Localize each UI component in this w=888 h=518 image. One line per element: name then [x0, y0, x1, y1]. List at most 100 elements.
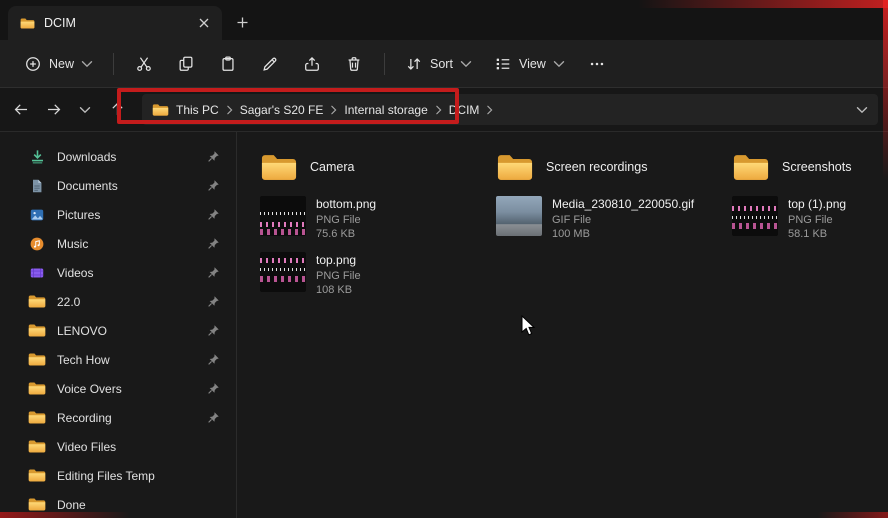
- sidebar-item-label: LENOVO: [57, 324, 196, 338]
- view-button-label: View: [519, 57, 546, 71]
- pin-icon: [207, 208, 220, 221]
- view-button[interactable]: View: [484, 47, 575, 81]
- file-thumbnail: [260, 196, 306, 236]
- back-button[interactable]: [6, 95, 36, 125]
- folder-item-screenshots[interactable]: Screenshots: [724, 142, 888, 192]
- file-thumbnail: [732, 196, 778, 236]
- sidebar-item-editing-files-temp[interactable]: Editing Files Temp: [6, 461, 230, 490]
- file-item-media-gif[interactable]: Media_230810_220050.gif GIF File 100 MB: [488, 192, 724, 248]
- sidebar-item-done[interactable]: Done: [6, 490, 230, 518]
- music-icon: [28, 235, 46, 253]
- cut-button[interactable]: [124, 47, 164, 81]
- folder-icon: [28, 467, 46, 485]
- videos-icon: [28, 264, 46, 282]
- file-name: top.png: [316, 253, 361, 269]
- sidebar-item-video-files[interactable]: Video Files: [6, 432, 230, 461]
- sidebar-item-label: Done: [57, 498, 220, 512]
- folder-icon: [28, 496, 46, 514]
- explorer-tab[interactable]: DCIM: [8, 6, 222, 40]
- address-dropdown-chevron[interactable]: [856, 106, 868, 114]
- toolbar-separator: [384, 53, 385, 75]
- file-size: 75.6 KB: [316, 227, 376, 241]
- new-button[interactable]: New: [14, 47, 103, 81]
- file-size: 100 MB: [552, 227, 694, 241]
- pin-icon: [207, 266, 220, 279]
- paste-button[interactable]: [208, 47, 248, 81]
- delete-button[interactable]: [334, 47, 374, 81]
- ellipsis-icon: [588, 55, 606, 73]
- rename-button[interactable]: [250, 47, 290, 81]
- sidebar-item-label: Editing Files Temp: [57, 469, 220, 483]
- chevron-right-icon: [435, 105, 442, 115]
- pin-icon: [207, 295, 220, 308]
- sort-icon: [405, 55, 423, 73]
- file-type: PNG File: [316, 269, 361, 283]
- file-item-top-png[interactable]: top.png PNG File 108 KB: [252, 248, 488, 304]
- command-bar: New: [0, 40, 888, 88]
- sidebar-item-label: Video Files: [57, 440, 220, 454]
- clipboard-icon: [219, 55, 237, 73]
- file-list-area: Camera Screen recordings Screenshots bot…: [237, 132, 888, 518]
- folder-icon: [732, 152, 770, 183]
- copy-button[interactable]: [166, 47, 206, 81]
- breadcrumb-device[interactable]: Sagar's S20 FE: [240, 103, 324, 117]
- sidebar-item-label: Recording: [57, 411, 196, 425]
- folder-icon: [28, 293, 46, 311]
- breadcrumb-dcim[interactable]: DCIM: [449, 103, 480, 117]
- folder-icon: [28, 409, 46, 427]
- sidebar-item-documents[interactable]: Documents: [6, 171, 230, 200]
- share-icon: [303, 55, 321, 73]
- sidebar-item-label: Music: [57, 237, 196, 251]
- downloads-icon: [28, 148, 46, 166]
- recent-locations-button[interactable]: [70, 95, 100, 125]
- chevron-right-icon: [486, 105, 493, 115]
- folder-icon: [28, 351, 46, 369]
- sidebar-item-tech-how[interactable]: Tech How: [6, 345, 230, 374]
- sidebar-item-lenovo[interactable]: LENOVO: [6, 316, 230, 345]
- folder-item-screen-recordings[interactable]: Screen recordings: [488, 142, 724, 192]
- copy-icon: [177, 55, 195, 73]
- file-item-top-1-png[interactable]: top (1).png PNG File 58.1 KB: [724, 192, 888, 248]
- toolbar-separator: [113, 53, 114, 75]
- share-button[interactable]: [292, 47, 332, 81]
- rename-pencil-icon: [261, 55, 279, 73]
- sidebar-item-label: 22.0: [57, 295, 196, 309]
- pin-icon: [207, 411, 220, 424]
- tab-close-button[interactable]: [194, 13, 214, 33]
- forward-button[interactable]: [38, 95, 68, 125]
- up-button[interactable]: [102, 95, 132, 125]
- address-bar-row: This PC Sagar's S20 FE Internal storage …: [0, 88, 888, 132]
- chevron-right-icon: [330, 105, 337, 115]
- sidebar-item-voice-overs[interactable]: Voice Overs: [6, 374, 230, 403]
- more-options-button[interactable]: [577, 47, 617, 81]
- breadcrumb-this-pc[interactable]: This PC: [176, 103, 219, 117]
- chevron-down-icon: [460, 58, 472, 70]
- file-item-bottom-png[interactable]: bottom.png PNG File 75.6 KB: [252, 192, 488, 248]
- file-type: PNG File: [316, 213, 376, 227]
- breadcrumb-internal-storage[interactable]: Internal storage: [344, 103, 427, 117]
- new-button-label: New: [49, 57, 74, 71]
- trash-icon: [345, 55, 363, 73]
- sidebar-item-22-0[interactable]: 22.0: [6, 287, 230, 316]
- pin-icon: [207, 150, 220, 163]
- sidebar-item-pictures[interactable]: Pictures: [6, 200, 230, 229]
- sort-button[interactable]: Sort: [395, 47, 482, 81]
- address-breadcrumb-bar[interactable]: This PC Sagar's S20 FE Internal storage …: [142, 94, 878, 125]
- sidebar-item-recording[interactable]: Recording: [6, 403, 230, 432]
- sidebar-item-videos[interactable]: Videos: [6, 258, 230, 287]
- chevron-right-icon: [226, 105, 233, 115]
- file-size: 58.1 KB: [788, 227, 846, 241]
- sidebar-item-music[interactable]: Music: [6, 229, 230, 258]
- sidebar-item-label: Documents: [57, 179, 196, 193]
- tab-title: DCIM: [44, 16, 185, 30]
- folder-icon: [20, 17, 35, 30]
- sidebar-item-label: Pictures: [57, 208, 196, 222]
- folder-name: Screenshots: [782, 160, 851, 174]
- sort-button-label: Sort: [430, 57, 453, 71]
- folder-item-camera[interactable]: Camera: [252, 142, 488, 192]
- file-name: bottom.png: [316, 197, 376, 213]
- folder-icon: [28, 380, 46, 398]
- new-tab-button[interactable]: [232, 12, 253, 33]
- sidebar-item-downloads[interactable]: Downloads: [6, 142, 230, 171]
- folder-icon: [28, 322, 46, 340]
